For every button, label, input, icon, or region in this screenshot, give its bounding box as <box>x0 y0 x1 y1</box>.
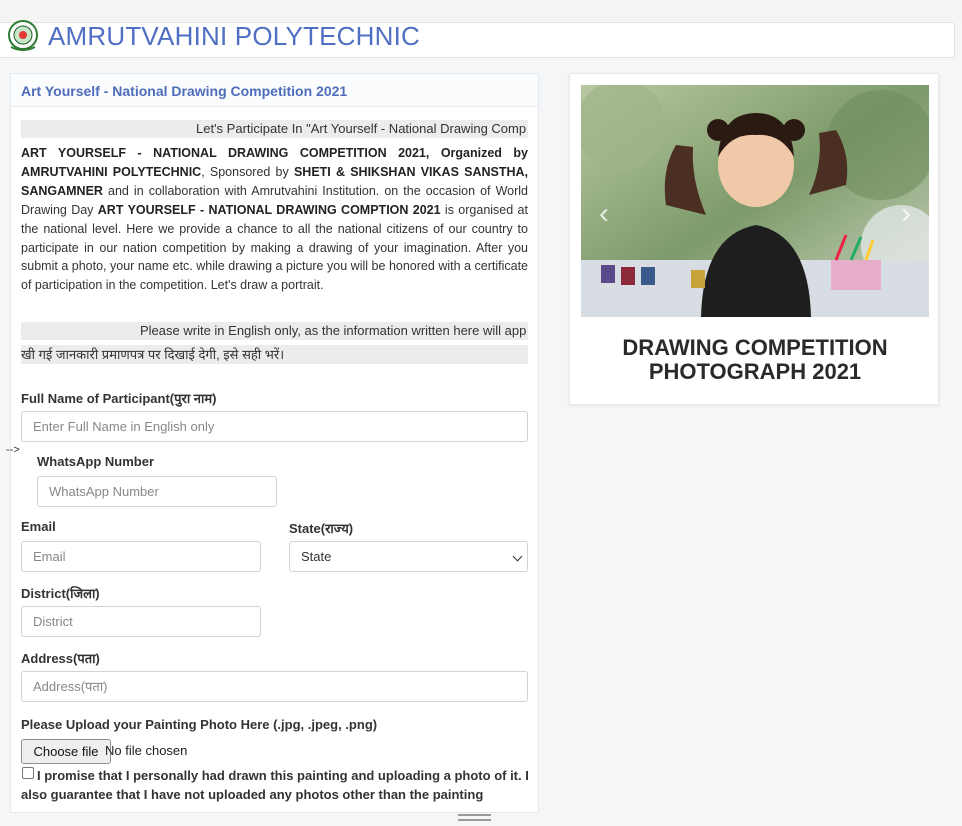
hindi-notice: खी गई जानकारी प्रमाणपत्र पर दिखाई देगी, … <box>21 345 528 364</box>
upload-label: Please Upload your Painting Photo Here (… <box>21 717 378 732</box>
photo-carousel-card: ‹ › DRAWING COMPETITION PHOTOGRAPH 2021 <box>569 73 939 405</box>
address-label: Address(पता) <box>21 651 100 666</box>
address-input[interactable]: Address(पता) <box>21 671 528 702</box>
whatsapp-input[interactable]: WhatsApp Number <box>37 476 277 507</box>
state-label: State(राज्य) <box>289 521 354 536</box>
district-input[interactable]: District <box>21 606 261 637</box>
state-select[interactable]: State <box>289 541 528 572</box>
registration-form-card: Art Yourself - National Drawing Competit… <box>10 73 539 813</box>
intro-text-1: , Sponsored by <box>201 164 294 179</box>
full-name-input[interactable]: Enter Full Name in English only <box>21 411 528 442</box>
whatsapp-label: WhatsApp Number <box>37 454 154 469</box>
full-name-label: Full Name of Participant(पुरा नाम) <box>21 391 217 406</box>
english-only-notice: Please write in English only, as the inf… <box>21 322 528 340</box>
browser-top-strip <box>0 0 962 22</box>
form-card-title: Art Yourself - National Drawing Competit… <box>11 74 538 107</box>
site-header: AMRUTVAHINI POLYTECHNIC <box>0 19 955 58</box>
carousel-photo: ‹ › <box>581 85 929 317</box>
choose-file-button[interactable]: Choose file <box>21 739 111 764</box>
email-label: Email <box>21 519 56 534</box>
district-label: District(जिला) <box>21 586 100 601</box>
stray-markup-text: --> <box>6 444 20 456</box>
intro-bold-3: ART YOURSELF - NATIONAL DRAWING COMPTION… <box>97 202 441 217</box>
promise-text: I promise that I personally had drawn th… <box>21 768 529 802</box>
chevron-down-icon <box>512 551 523 562</box>
scrolling-notice: Let's Participate In "Art Yourself - Nat… <box>21 120 528 138</box>
email-input[interactable]: Email <box>21 541 261 572</box>
file-status: No file chosen <box>105 743 188 758</box>
intro-paragraph: ART YOURSELF - NATIONAL DRAWING COMPETIT… <box>21 144 528 295</box>
brand-title[interactable]: AMRUTVAHINI POLYTECHNIC <box>48 21 420 52</box>
carousel-caption: DRAWING COMPETITION PHOTOGRAPH 2021 <box>622 335 888 384</box>
chevron-right-icon[interactable]: › <box>901 197 911 231</box>
chevron-left-icon[interactable]: ‹ <box>599 197 609 231</box>
college-emblem-icon <box>5 19 41 55</box>
promise-checkbox[interactable] <box>22 767 34 779</box>
state-selected-value: State <box>301 549 332 564</box>
resize-handle[interactable] <box>458 814 491 822</box>
